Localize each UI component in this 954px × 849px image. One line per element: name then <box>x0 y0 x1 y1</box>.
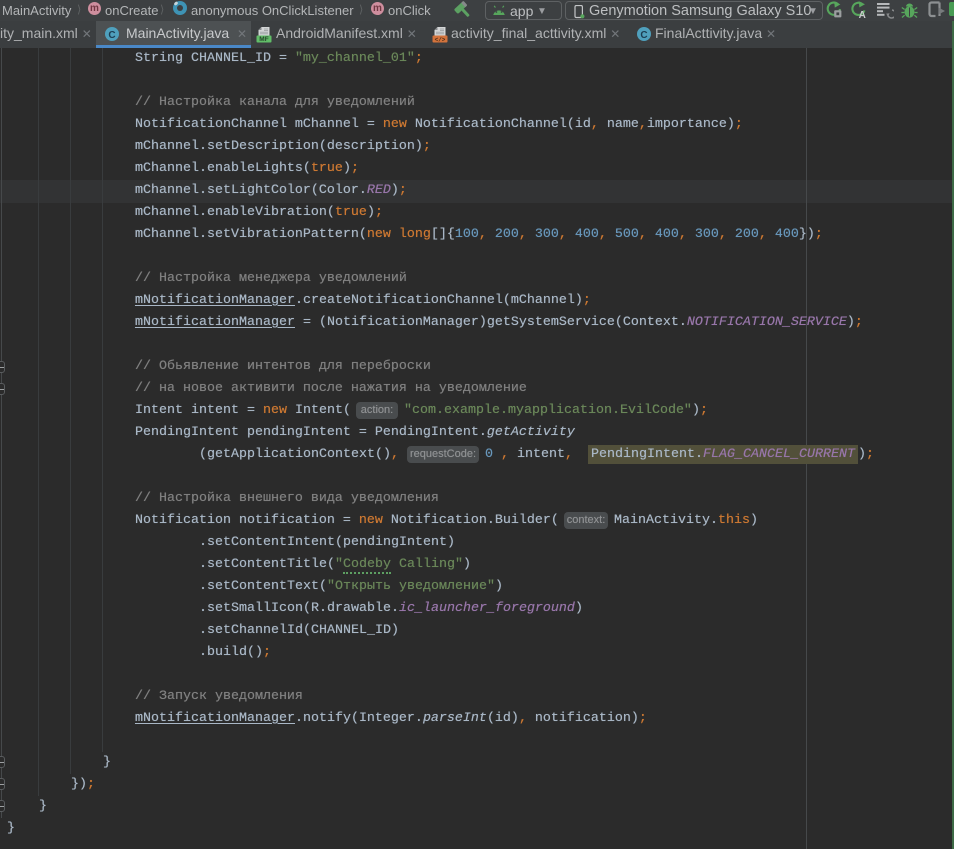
svg-text:C: C <box>108 30 115 41</box>
svg-text:</>: </> <box>435 36 446 43</box>
svg-text:C: C <box>640 30 647 41</box>
svg-text:A: A <box>859 10 866 19</box>
svg-text:MF: MF <box>259 36 268 43</box>
